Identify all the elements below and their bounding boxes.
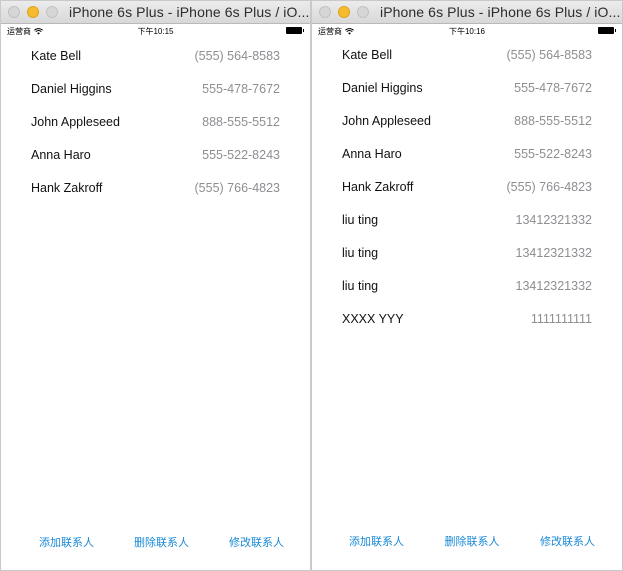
minimize-icon[interactable] [338,6,350,18]
contact-row[interactable]: John Appleseed 888-555-5512 [1,105,310,138]
simulator-window-left: iPhone 6s Plus - iPhone 6s Plus / iO... … [0,0,311,571]
contact-phone: 1111111111 [530,311,592,326]
contact-name: Daniel Higgins [342,80,423,95]
delete-contact-button[interactable]: 删除联系人 [134,534,189,550]
contact-name: Hank Zakroff [31,180,103,195]
minimize-icon[interactable] [27,6,39,18]
contact-name: liu ting [342,212,379,227]
contact-list: Kate Bell (555) 564-8583 Daniel Higgins … [312,38,622,335]
battery-icon [598,27,616,34]
contact-row[interactable]: Hank Zakroff (555) 766-4823 [312,170,622,203]
contact-name: John Appleseed [31,114,120,129]
contact-phone: 13412321332 [515,278,592,293]
contact-phone: (555) 564-8583 [506,47,592,62]
contact-row[interactable]: liu ting 13412321332 [312,269,622,302]
close-icon[interactable] [8,6,20,18]
simulator-window-right: iPhone 6s Plus - iPhone 6s Plus / iO... … [311,0,623,571]
contact-list: Kate Bell (555) 564-8583 Daniel Higgins … [1,39,310,204]
contact-name: John Appleseed [342,113,431,128]
contact-phone: 555-522-8243 [514,146,592,161]
contact-name: XXXX YYY [342,311,404,326]
add-contact-button[interactable]: 添加联系人 [349,533,404,549]
contact-row[interactable]: Kate Bell (555) 564-8583 [312,38,622,71]
contact-phone: 555-478-7672 [202,81,280,96]
window-title: iPhone 6s Plus - iPhone 6s Plus / iO... [69,4,310,20]
contact-row[interactable]: Daniel Higgins 555-478-7672 [312,71,622,104]
maximize-icon[interactable] [357,6,369,18]
contact-row[interactable]: Daniel Higgins 555-478-7672 [1,72,310,105]
contact-row[interactable]: Hank Zakroff (555) 766-4823 [1,171,310,204]
contact-name: Anna Haro [342,146,402,161]
contact-phone: (555) 564-8583 [194,48,280,63]
contact-name: liu ting [342,278,379,293]
contact-name: Hank Zakroff [342,179,414,194]
contact-name: Kate Bell [342,47,393,62]
contact-phone: 555-522-8243 [202,147,280,162]
contact-row[interactable]: liu ting 13412321332 [312,236,622,269]
status-bar: 运营商 下午10:16 [312,24,622,38]
maximize-icon[interactable] [46,6,58,18]
contact-row[interactable]: Anna Haro 555-522-8243 [1,138,310,171]
contact-phone: 13412321332 [515,212,592,227]
close-icon[interactable] [319,6,331,18]
contact-phone: 888-555-5512 [514,113,592,128]
contact-phone: (555) 766-4823 [506,179,592,194]
contact-name: Anna Haro [31,147,91,162]
contact-name: Daniel Higgins [31,81,112,96]
battery-icon [286,27,304,34]
contact-phone: 555-478-7672 [514,80,592,95]
bottom-toolbar: 添加联系人 删除联系人 修改联系人 [312,533,622,549]
edit-contact-button[interactable]: 修改联系人 [540,533,595,549]
contact-phone: (555) 766-4823 [194,180,280,195]
status-time: 下午10:15 [137,27,174,36]
contact-name: liu ting [342,245,379,260]
contact-row[interactable]: Anna Haro 555-522-8243 [312,137,622,170]
contact-phone: 13412321332 [515,245,592,260]
contact-row[interactable]: liu ting 13412321332 [312,203,622,236]
contact-name: Kate Bell [31,48,82,63]
contact-row[interactable]: Kate Bell (555) 564-8583 [1,39,310,72]
title-bar: iPhone 6s Plus - iPhone 6s Plus / iO... [312,1,622,24]
contact-phone: 888-555-5512 [202,114,280,129]
delete-contact-button[interactable]: 删除联系人 [445,533,500,549]
bottom-toolbar: 添加联系人 删除联系人 修改联系人 [1,534,310,550]
title-bar: iPhone 6s Plus - iPhone 6s Plus / iO... [1,1,310,24]
add-contact-button[interactable]: 添加联系人 [39,534,94,550]
contact-row[interactable]: XXXX YYY 1111111111 [312,302,622,335]
contact-row[interactable]: John Appleseed 888-555-5512 [312,104,622,137]
window-title: iPhone 6s Plus - iPhone 6s Plus / iO... [380,4,621,20]
status-time: 下午10:16 [448,27,486,36]
edit-contact-button[interactable]: 修改联系人 [229,534,284,550]
status-bar: 运营商 下午10:15 [1,24,310,38]
